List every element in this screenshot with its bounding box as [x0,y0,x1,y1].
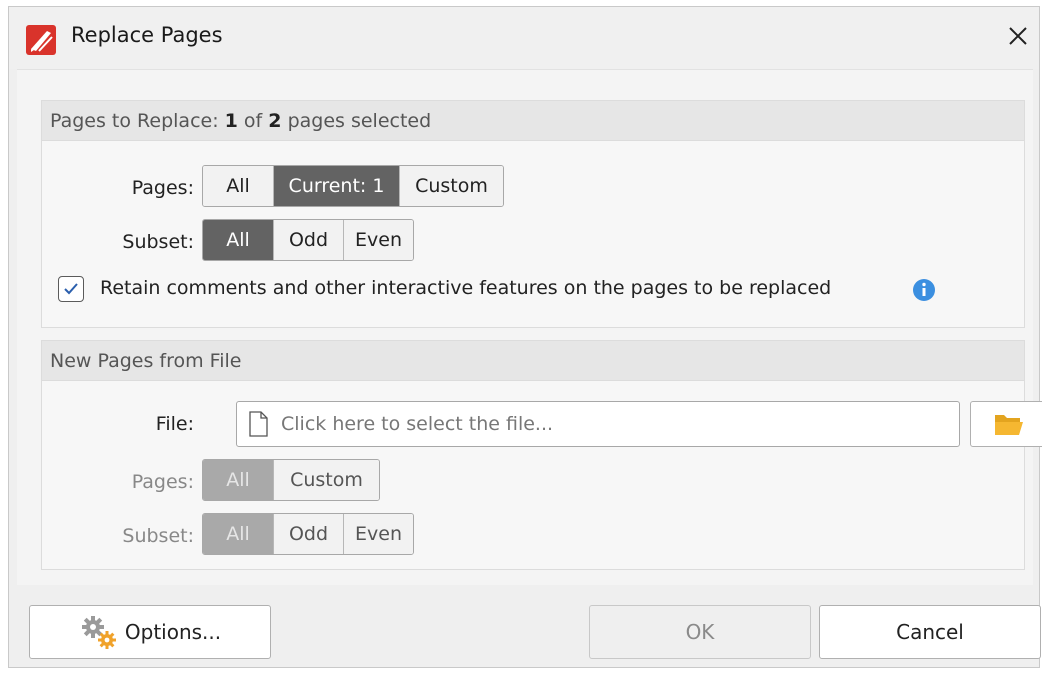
cancel-button[interactable]: Cancel [819,605,1041,659]
new-pages-segmented-control: All Custom [202,459,380,501]
pdf-editor-app-icon [26,25,56,55]
cancel-button-label: Cancel [896,620,964,644]
pages-label: Pages: [131,177,194,199]
pages-option-all[interactable]: All [203,166,273,206]
options-button-label: Options... [124,620,222,644]
close-button[interactable] [997,13,1039,59]
file-label: File: [155,413,194,435]
subset-option-odd[interactable]: Odd [273,220,343,260]
subset-label: Subset: [122,231,194,253]
file-path-input[interactable] [281,413,921,435]
new-pages-group: New Pages from File File: Pages: All Cus… [41,340,1042,570]
selected-count: 1 [224,110,238,132]
new-pages-option-custom[interactable]: Custom [273,460,379,500]
ok-button-label: OK [685,620,715,644]
gears-icon [81,616,116,649]
dialog-title: Replace Pages [71,23,223,47]
options-button[interactable]: Options... [29,605,271,659]
total-count: 2 [268,110,282,132]
pages-to-replace-group: Pages to Replace: 1 of 2 pages selected … [41,100,1025,328]
retain-comments-checkbox[interactable] [58,276,84,302]
pages-segmented-control: All Current: 1 Custom [202,165,504,207]
subset-segmented-control: All Odd Even [202,219,414,261]
title-bar: Replace Pages [9,7,1039,69]
file-input-field[interactable] [236,401,960,447]
close-icon [1009,27,1027,45]
folder-open-icon [995,415,1023,435]
browse-file-button[interactable] [970,401,1042,447]
new-subset-segmented-control: All Odd Even [202,513,414,555]
new-pages-label: Pages: [131,471,194,493]
ok-button[interactable]: OK [589,605,811,659]
new-pages-option-all[interactable]: All [203,460,273,500]
new-subset-option-all[interactable]: All [203,514,273,554]
document-icon [249,411,268,437]
retain-comments-label[interactable]: Retain comments and other interactive fe… [100,277,831,299]
info-icon[interactable] [912,278,936,302]
pages-option-custom[interactable]: Custom [399,166,503,206]
pages-option-current[interactable]: Current: 1 [273,166,399,206]
pages-to-replace-header: Pages to Replace: 1 of 2 pages selected [42,101,1024,141]
new-subset-option-even[interactable]: Even [343,514,413,554]
dialog-content: Pages to Replace: 1 of 2 pages selected … [17,69,1042,585]
subset-option-even[interactable]: Even [343,220,413,260]
new-pages-header: New Pages from File [42,341,1024,381]
replace-pages-dialog: Replace Pages Pages to Replace: 1 of 2 p… [8,6,1042,668]
checkmark-icon [64,283,78,295]
subset-option-all[interactable]: All [203,220,273,260]
new-subset-label: Subset: [122,525,194,547]
new-subset-option-odd[interactable]: Odd [273,514,343,554]
